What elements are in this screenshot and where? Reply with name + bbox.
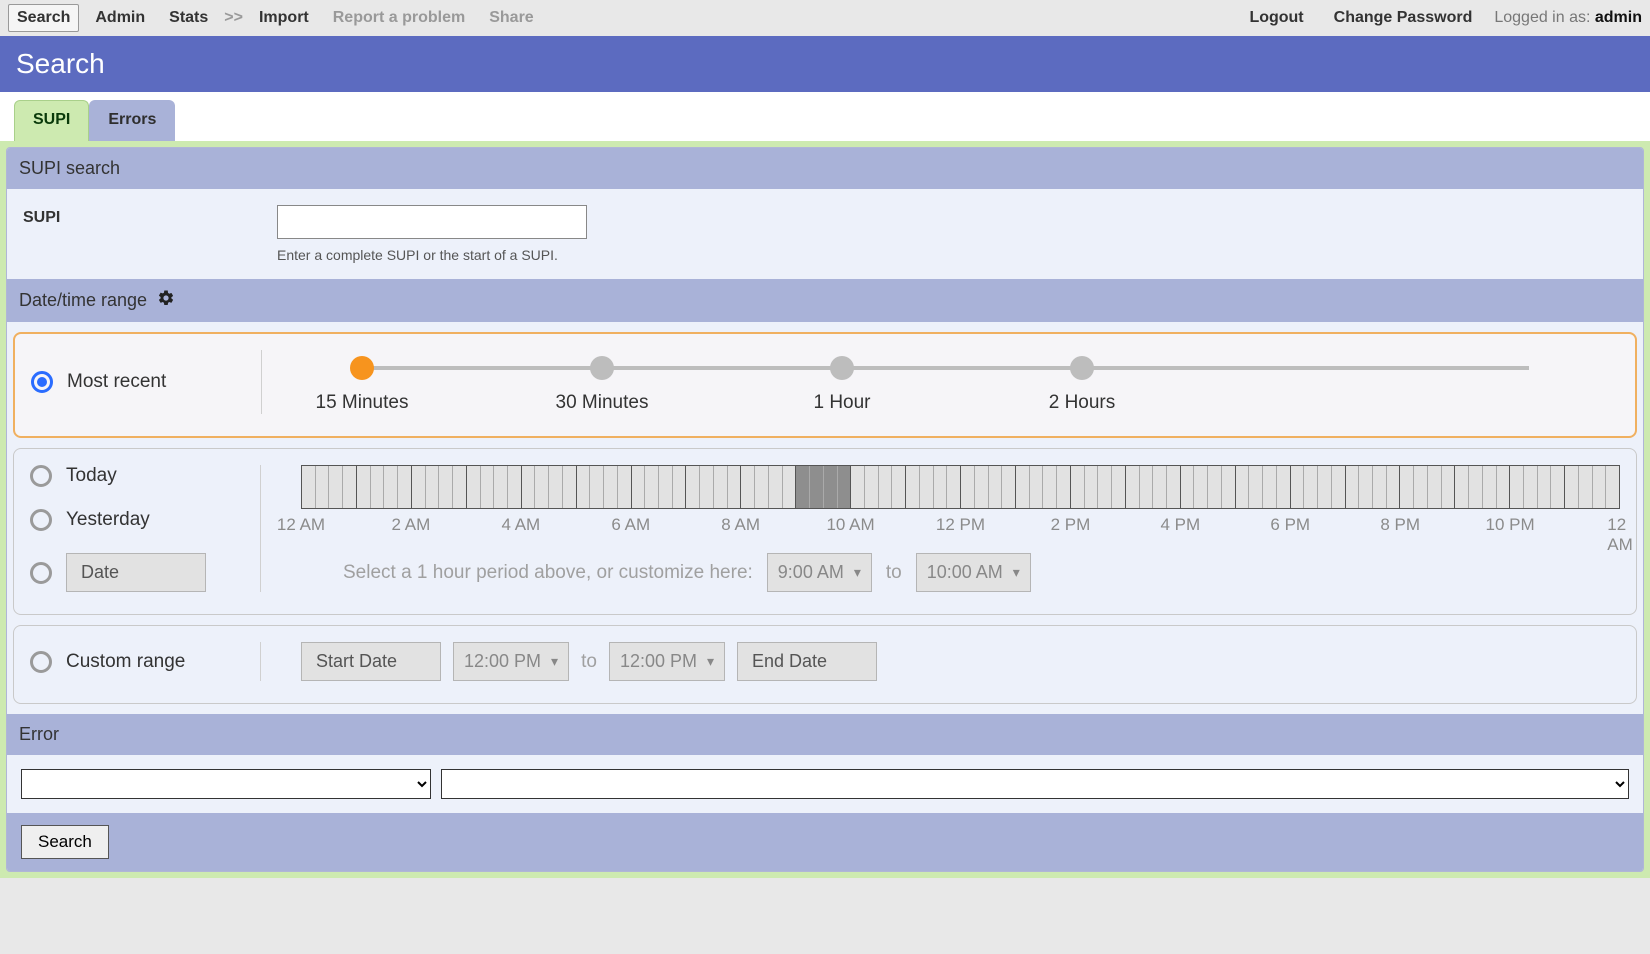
- nav-report-problem: Report a problem: [325, 5, 473, 31]
- slider-dot-1h[interactable]: [830, 356, 854, 380]
- recent-slider[interactable]: 15 Minutes 30 Minutes 1 Hour 2 Hours: [302, 350, 1619, 414]
- dtr-most-recent-zone: Most recent 15 Minutes 30 Minutes 1 Hour…: [13, 332, 1637, 438]
- chevron-down-icon: ▾: [707, 653, 714, 670]
- logged-in-label: Logged in as: admin: [1494, 9, 1642, 27]
- chevron-down-icon: ▾: [551, 653, 558, 670]
- chevron-down-icon: ▾: [854, 564, 861, 581]
- nav-change-password[interactable]: Change Password: [1326, 5, 1481, 31]
- radio-yesterday[interactable]: [30, 509, 52, 531]
- section-head-dtr: Date/time range: [7, 279, 1643, 322]
- today-from-select[interactable]: 9:00 AM▾: [767, 553, 872, 592]
- section-head-error: Error: [7, 714, 1643, 755]
- page-title: Search: [0, 36, 1650, 92]
- divider: [260, 642, 261, 681]
- topnav: Search Admin Stats >> Import Report a pr…: [0, 0, 1650, 36]
- dtr-day-zone: Today Yesterday Date 12 AM2 AM4 AM6 AM8 …: [13, 448, 1637, 615]
- today-to-select[interactable]: 10:00 AM▾: [916, 553, 1031, 592]
- custom-start-date-button[interactable]: Start Date: [301, 642, 441, 681]
- date-picker-button[interactable]: Date: [66, 553, 206, 592]
- search-bar: Search: [7, 813, 1643, 871]
- today-hint: Select a 1 hour period above, or customi…: [343, 562, 753, 584]
- today-label: Today: [66, 465, 117, 487]
- supi-hint: Enter a complete SUPI or the start of a …: [277, 247, 587, 263]
- tab-supi[interactable]: SUPI: [14, 100, 89, 141]
- most-recent-label: Most recent: [67, 371, 166, 393]
- nav-stats[interactable]: Stats: [161, 5, 216, 31]
- chevron-down-icon: ▾: [1013, 564, 1020, 581]
- error-select-left[interactable]: [21, 769, 431, 799]
- dtr-custom-zone: Custom range Start Date 12:00 PM▾ to 12:…: [13, 625, 1637, 704]
- divider: [261, 350, 262, 414]
- supi-label: SUPI: [23, 205, 253, 227]
- nav-share: Share: [481, 5, 541, 31]
- timeline-ticks: 12 AM2 AM4 AM6 AM8 AM10 AM12 PM2 PM4 PM6…: [301, 515, 1620, 539]
- hour-timeline[interactable]: [301, 465, 1620, 509]
- slider-dot-2h[interactable]: [1070, 356, 1094, 380]
- divider: [260, 465, 261, 592]
- nav-admin[interactable]: Admin: [87, 5, 153, 31]
- tab-errors[interactable]: Errors: [89, 100, 175, 141]
- nav-search[interactable]: Search: [8, 4, 79, 32]
- nav-logout[interactable]: Logout: [1241, 5, 1311, 31]
- nav-import[interactable]: Import: [251, 5, 317, 31]
- supi-input[interactable]: [277, 205, 587, 239]
- radio-custom-range[interactable]: [30, 651, 52, 673]
- slider-dot-30m[interactable]: [590, 356, 614, 380]
- yesterday-label: Yesterday: [66, 509, 150, 531]
- custom-start-time-select[interactable]: 12:00 PM▾: [453, 642, 569, 681]
- custom-end-time-select[interactable]: 12:00 PM▾: [609, 642, 725, 681]
- gear-icon[interactable]: [157, 289, 175, 312]
- search-button[interactable]: Search: [21, 825, 109, 859]
- error-select-right[interactable]: [441, 769, 1629, 799]
- nav-more-chevron: >>: [224, 9, 243, 27]
- radio-date[interactable]: [30, 562, 52, 584]
- tabs: SUPI Errors: [0, 92, 1650, 141]
- radio-most-recent[interactable]: [31, 371, 53, 393]
- section-head-supi-search: SUPI search: [7, 148, 1643, 189]
- content-area: SUPI search SUPI Enter a complete SUPI o…: [0, 141, 1650, 878]
- custom-end-date-button[interactable]: End Date: [737, 642, 877, 681]
- slider-dot-15m[interactable]: [350, 356, 374, 380]
- custom-range-label: Custom range: [66, 651, 185, 673]
- logged-in-user: admin: [1595, 9, 1642, 26]
- radio-today[interactable]: [30, 465, 52, 487]
